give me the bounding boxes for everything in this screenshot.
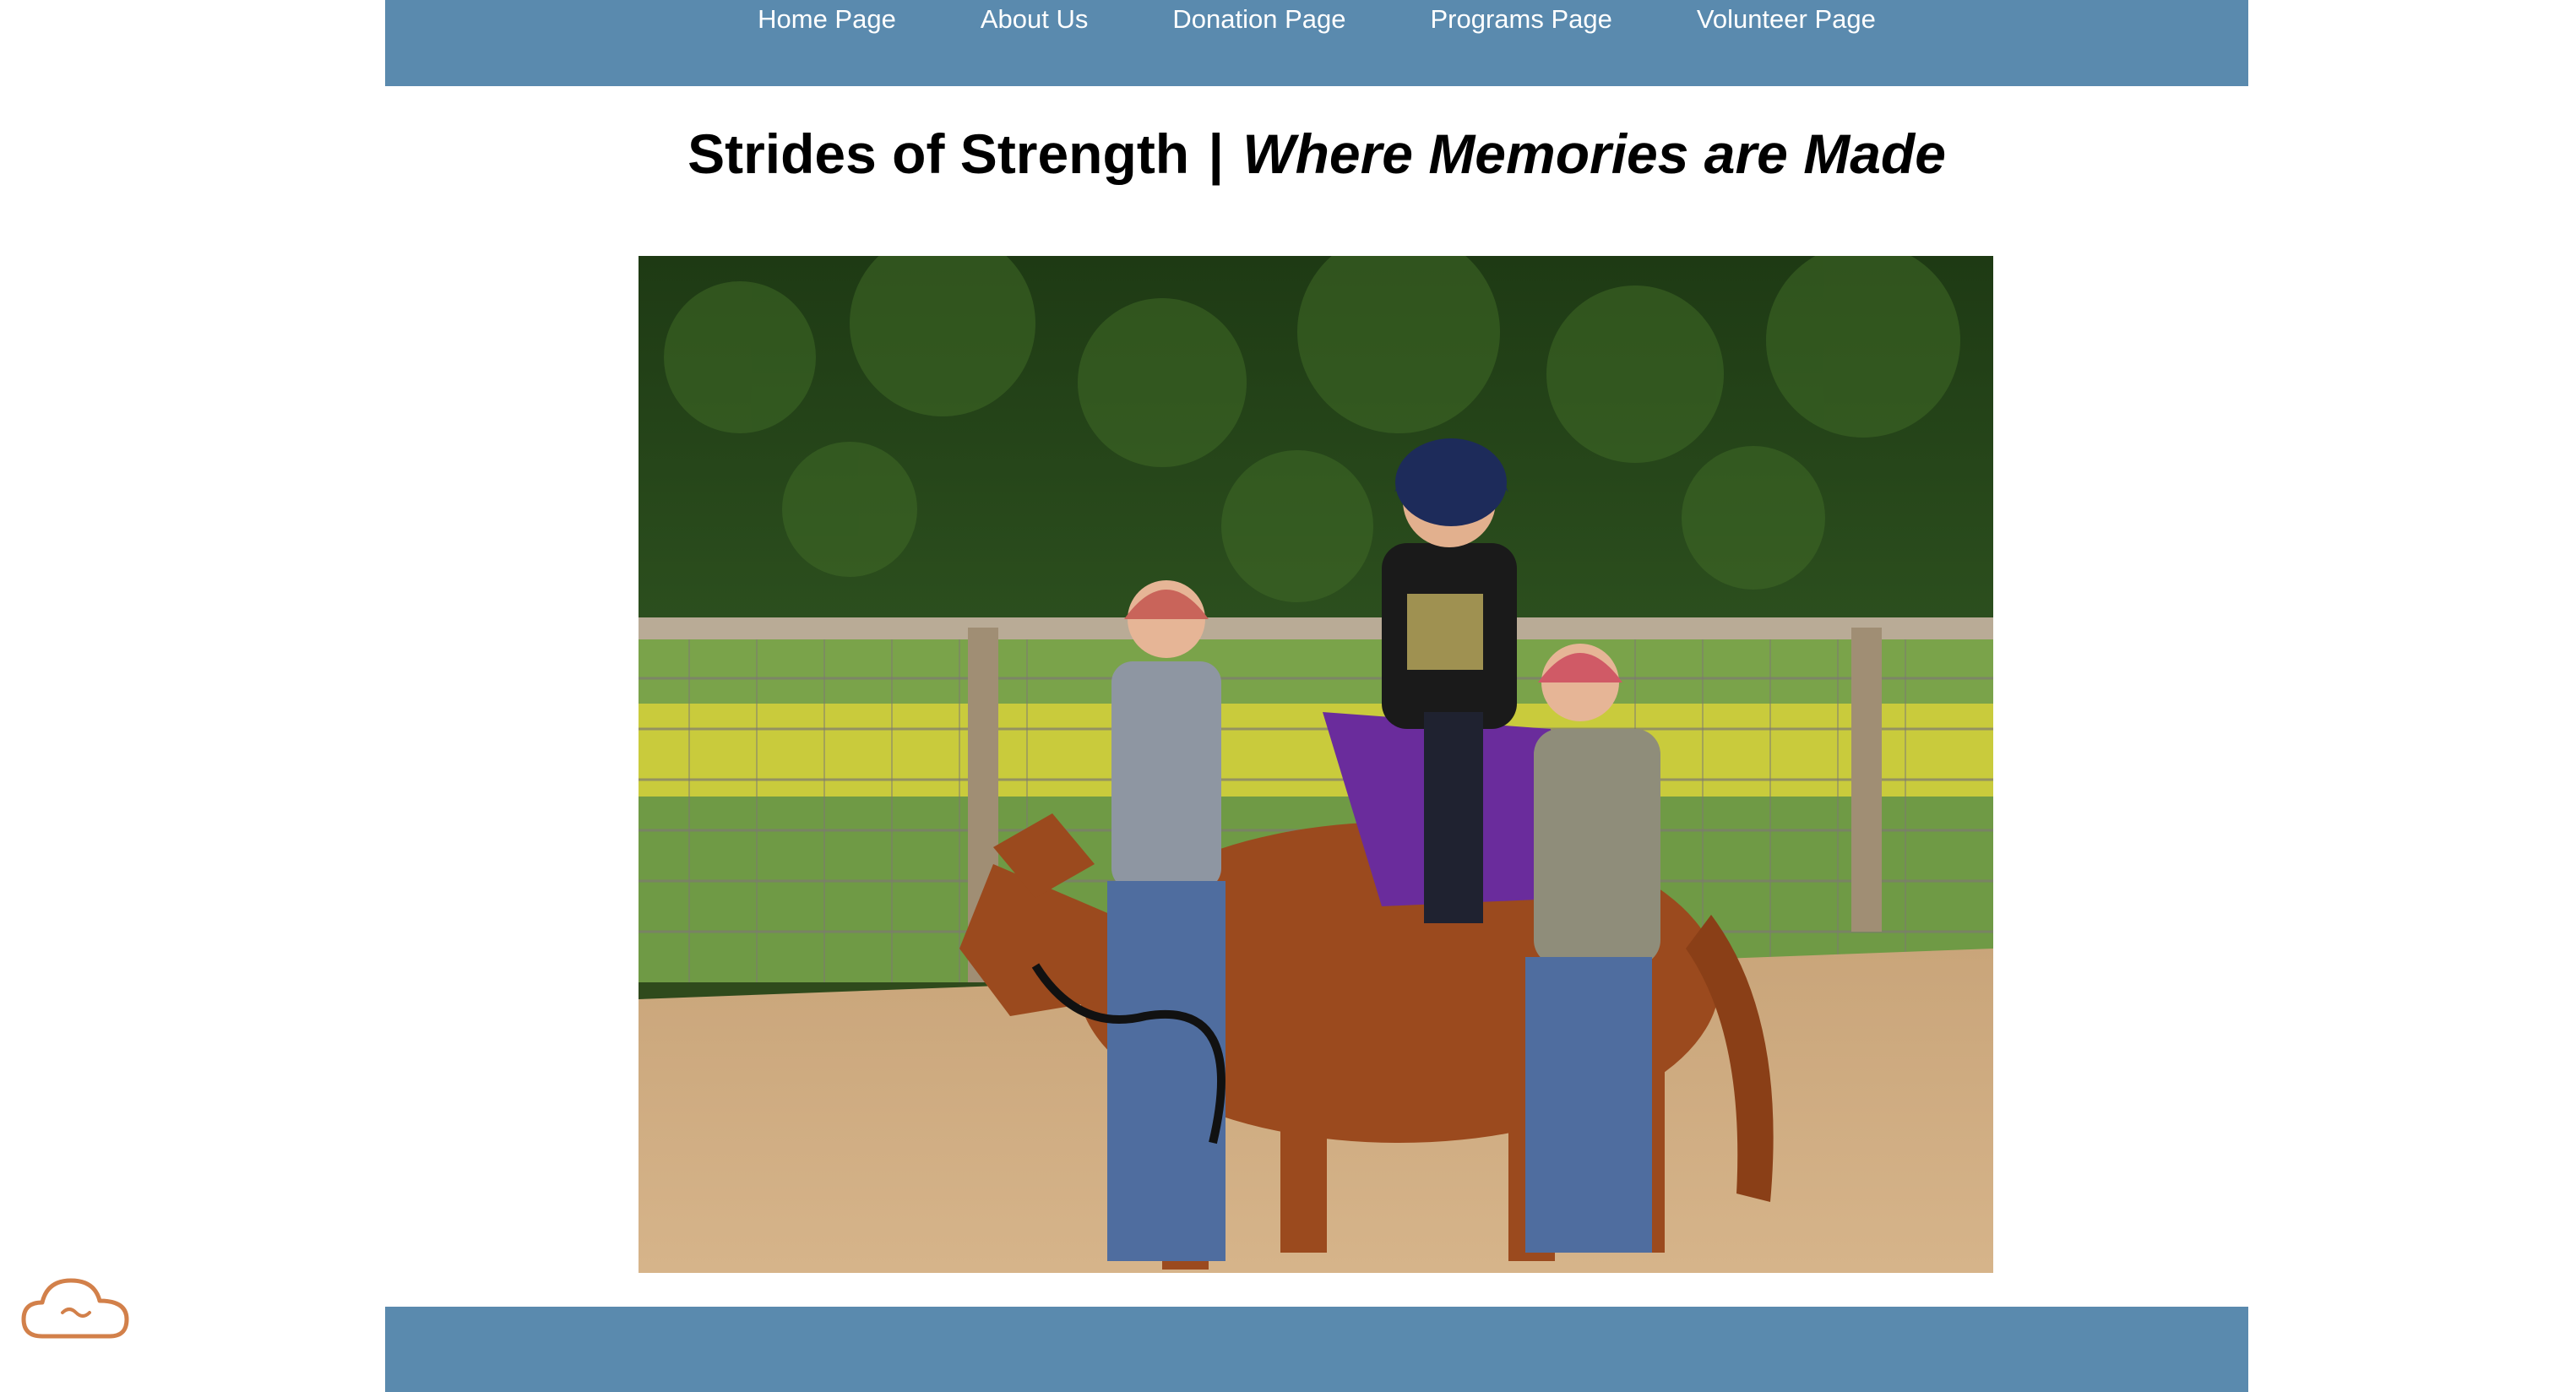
title-separator: | <box>1208 122 1224 185</box>
cloud-widget-button[interactable] <box>19 1269 133 1343</box>
hero-photo-illustration <box>639 256 1993 1273</box>
hero-image <box>639 256 1993 1273</box>
nav-volunteer-page[interactable]: Volunteer Page <box>1655 0 1918 39</box>
main-nav: Home Page About Us Donation Page Program… <box>385 0 2248 39</box>
footer-bar <box>385 1307 2248 1392</box>
page-title: Strides of Strength | Where Memories are… <box>385 115 2248 193</box>
nav-home-page[interactable]: Home Page <box>715 0 938 39</box>
page: Home Page About Us Donation Page Program… <box>0 0 2576 1392</box>
title-main: Strides of Strength <box>687 122 1190 185</box>
nav-about-us[interactable]: About Us <box>938 0 1131 39</box>
nav-donation-page[interactable]: Donation Page <box>1130 0 1388 39</box>
title-tagline: Where Memories are Made <box>1242 122 1946 185</box>
top-nav-bar: Home Page About Us Donation Page Program… <box>385 0 2248 86</box>
cloud-icon <box>21 1278 129 1339</box>
nav-programs-page[interactable]: Programs Page <box>1388 0 1654 39</box>
